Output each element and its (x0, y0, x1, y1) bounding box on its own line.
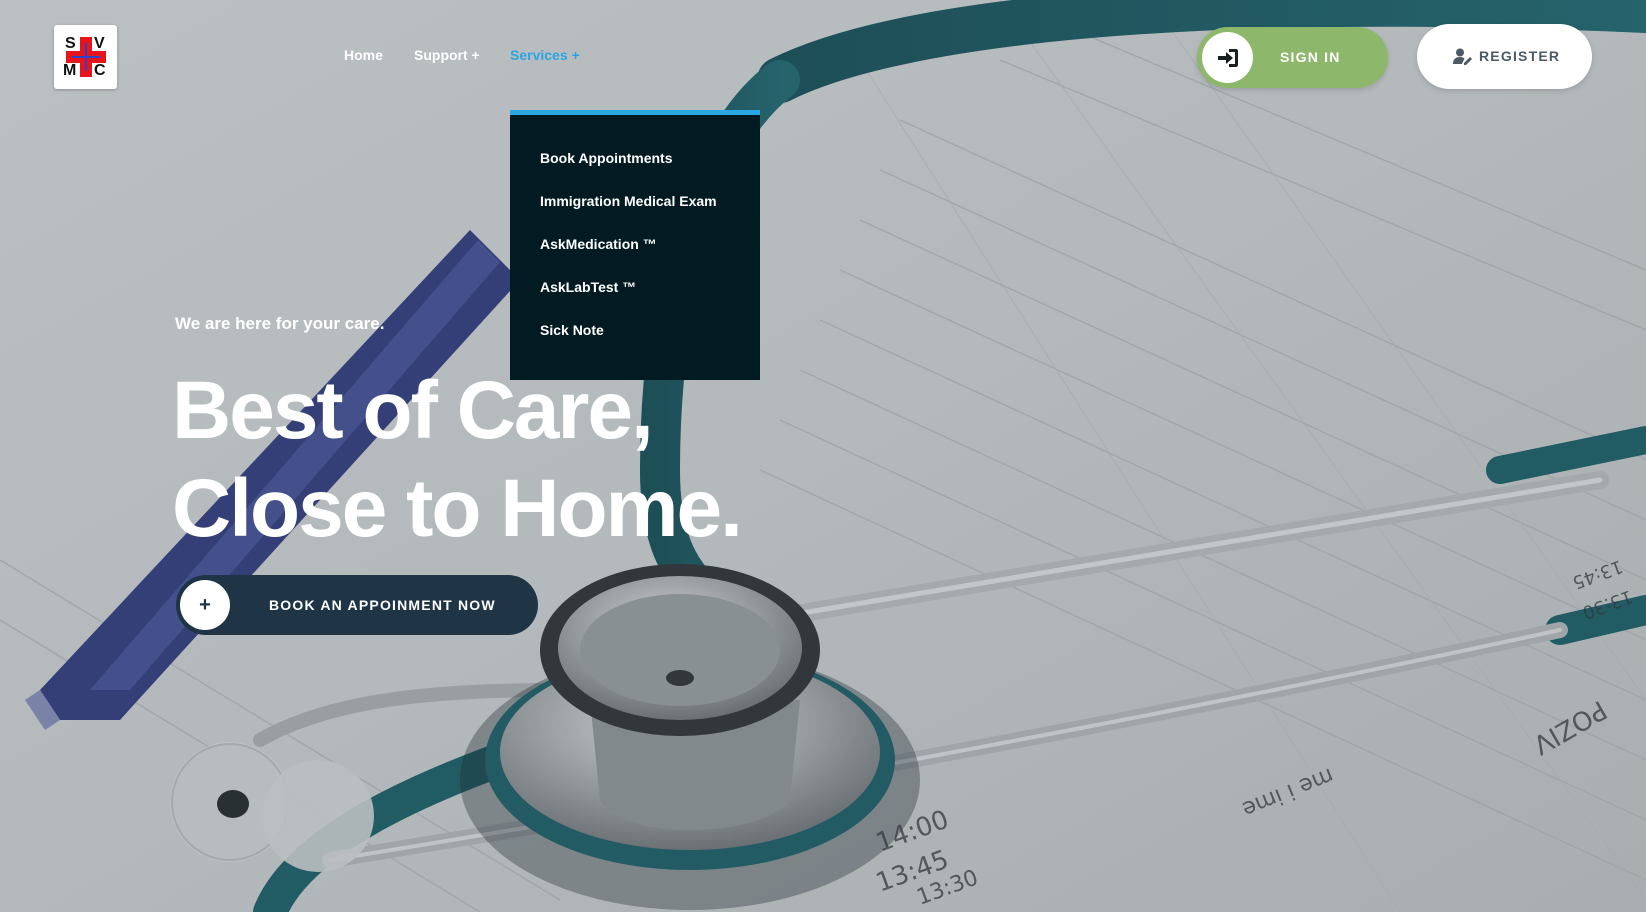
sign-in-icon (1217, 48, 1238, 67)
menu-item-immigration-medical-exam[interactable]: Immigration Medical Exam (510, 191, 760, 234)
menu-item-askmedication[interactable]: AskMedication ™ (510, 234, 760, 277)
nav-support[interactable]: Support + (414, 47, 480, 63)
plus-icon: + (180, 580, 230, 630)
logo-letter-v: V (94, 35, 105, 52)
logo-letter-m: M (63, 62, 77, 79)
sign-in-label: SIGN IN (1280, 49, 1341, 65)
logo-letter-c: C (94, 62, 106, 79)
sign-in-button[interactable]: SIGN IN (1197, 27, 1388, 88)
site-logo[interactable]: S V M C (54, 25, 117, 89)
sign-in-icon-circle (1202, 32, 1253, 83)
nav-services[interactable]: Services + (510, 47, 580, 63)
hero-headline-line-2: Close to Home. (172, 463, 743, 554)
register-label: REGISTER (1479, 48, 1561, 64)
register-button[interactable]: REGISTER (1417, 24, 1592, 89)
logo-letter-s: S (65, 35, 76, 52)
services-dropdown-menu: Book Appointments Immigration Medical Ex… (510, 110, 760, 380)
hero-tagline: We are here for your care. (175, 314, 385, 333)
menu-item-asklabtest[interactable]: AskLabTest ™ (510, 277, 760, 320)
nav-home[interactable]: Home (344, 47, 383, 63)
logo-blue-bar (72, 56, 100, 58)
book-appointment-button[interactable]: + BOOK AN APPOINMENT NOW (176, 575, 538, 635)
menu-item-book-appointments[interactable]: Book Appointments (510, 148, 760, 191)
hero-headline: Best of Care, Close to Home. (172, 362, 743, 558)
menu-item-sick-note[interactable]: Sick Note (510, 320, 760, 363)
book-appointment-label: BOOK AN APPOINMENT NOW (269, 597, 496, 613)
user-edit-icon (1453, 48, 1472, 65)
